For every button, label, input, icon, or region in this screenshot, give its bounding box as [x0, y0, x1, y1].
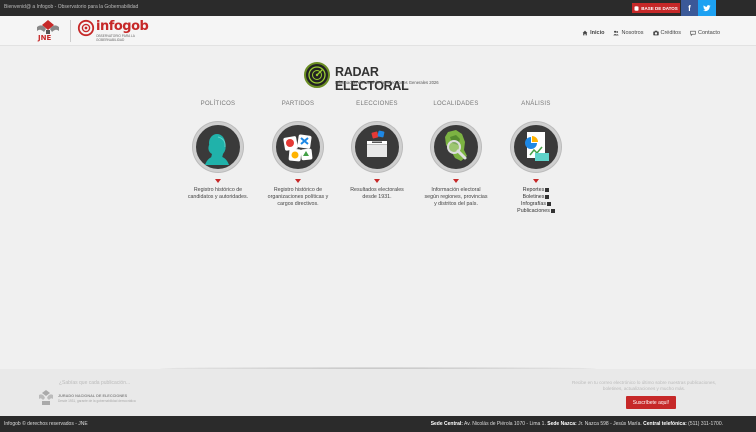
nav-item-label: Inicio — [590, 30, 605, 36]
footer-jne-tagline: Desde 1931, garante de la gobernabilidad… — [58, 399, 136, 403]
link-label: Reportes — [522, 187, 545, 193]
nav-item-inicio[interactable]: Inicio — [582, 30, 604, 36]
category-description: Registro histórico de organizaciones pol… — [267, 187, 329, 207]
link-infografias[interactable]: Infografías — [501, 201, 571, 208]
chat-icon — [690, 30, 696, 36]
twitter-button[interactable] — [698, 0, 716, 16]
link-label: Publicaciones — [517, 208, 550, 214]
external-link-icon — [545, 194, 550, 199]
category-arrow — [215, 179, 221, 183]
subscribe-button[interactable]: Suscríbete aquí! — [626, 396, 676, 409]
nav-item-contacto[interactable]: Contacto — [690, 30, 720, 36]
sede-nazca-address: Jr. Nazca 598 - Jesús María. — [578, 421, 642, 427]
main-nav: Inicio Nosotros Créditos Contacto — [582, 30, 720, 36]
nav-item-label: Créditos — [660, 30, 681, 36]
radar-subtitle: Información electoral de las Elecciones … — [335, 80, 439, 85]
category-analisis: ANÁLISIS Reportes Boletines Infografías … — [501, 101, 571, 215]
category-arrow — [453, 179, 459, 183]
bottom-bar: Infogob © derechos reservados - JNE Sede… — [0, 416, 756, 432]
central-phone: (511) 311-1700. — [688, 421, 723, 427]
facebook-button[interactable]: f — [681, 0, 698, 16]
external-link-icon — [550, 208, 555, 213]
footer-sabias-text: ¿Sabías que cada publicación... — [59, 380, 131, 386]
radar-electoral-heading: RADAR ELECTORAL Información electoral de… — [304, 62, 454, 93]
infogob-name: infogob — [96, 19, 149, 34]
radar-title: RADAR ELECTORAL — [335, 65, 409, 93]
external-link-icon — [547, 201, 552, 206]
twitter-icon — [703, 4, 711, 11]
home-icon — [582, 30, 588, 36]
site-footer: ¿Sabías que cada publicación... JURADO N… — [0, 369, 756, 416]
database-button-label: BASE DE DATOS — [641, 5, 678, 11]
database-button[interactable]: BASE DE DATOS — [632, 3, 680, 13]
category-button-analisis[interactable] — [511, 122, 561, 172]
category-arrow — [533, 179, 539, 183]
category-arrow — [374, 179, 380, 183]
link-label: Infografías — [520, 201, 547, 207]
category-label: LOCALIDADES — [433, 101, 479, 107]
nav-item-creditos[interactable]: Créditos — [652, 30, 681, 36]
jne-emblem-icon — [37, 20, 59, 34]
category-button-partidos[interactable] — [273, 122, 323, 172]
jne-emblem-icon — [39, 390, 53, 405]
welcome-text: Bienvenid@ a Infogob - Observatorio para… — [4, 4, 139, 10]
sede-central-label: Sede Central: — [430, 421, 463, 427]
database-icon — [634, 5, 639, 11]
category-label: ANÁLISIS — [521, 101, 551, 107]
category-button-elecciones[interactable] — [352, 122, 402, 172]
central-phone-label: Central telefónica: — [643, 421, 687, 427]
header-divider — [70, 20, 71, 42]
report-chart-icon — [525, 132, 549, 161]
nav-item-nosotros[interactable]: Nosotros — [613, 30, 644, 36]
ballot-box-icon — [367, 130, 387, 157]
nav-item-label: Contacto — [697, 30, 720, 36]
category-label: ELECCIONES — [356, 101, 398, 107]
category-elecciones: ELECCIONES Resultados electorales desde … — [342, 101, 412, 201]
sede-nazca-label: Sede Nazca: — [547, 421, 577, 427]
sede-central-address: Av. Nicolás de Piérola 1070 - Lima 1. — [464, 421, 546, 427]
radar-badge-icon — [304, 62, 330, 88]
category-localidades: LOCALIDADES Información electoral según … — [421, 101, 491, 208]
jne-logo-text: JNE — [38, 34, 52, 42]
category-politicos: POLÍTICOS Registro histórico de candidat… — [183, 101, 253, 201]
external-link-icon — [545, 187, 550, 192]
category-arrow — [295, 179, 301, 183]
link-boletines[interactable]: Boletines — [501, 194, 571, 201]
infogob-logo[interactable]: infogob OBSERVATORIO PARA LA GOBERNABILI… — [77, 18, 149, 44]
address-text: Sede Central: Av. Nicolás de Piérola 107… — [431, 421, 723, 427]
person-silhouette-icon — [205, 134, 229, 165]
nav-item-label: Nosotros — [621, 30, 644, 36]
category-description: Información electoral según regiones, pr… — [424, 187, 488, 207]
users-icon — [613, 30, 620, 36]
facebook-icon: f — [688, 3, 691, 13]
category-button-politicos[interactable] — [193, 122, 243, 172]
link-publicaciones[interactable]: Publicaciones — [501, 208, 571, 215]
category-button-localidades[interactable] — [431, 122, 481, 172]
top-bar: Bienvenid@ a Infogob - Observatorio para… — [0, 0, 756, 16]
footer-jne-name: JURADO NACIONAL DE ELECCIONES — [58, 394, 128, 398]
camera-icon — [652, 30, 659, 36]
category-description: Resultados electorales desde 1931. — [350, 187, 404, 200]
analisis-links: Reportes Boletines Infografías Publicaci… — [501, 187, 571, 215]
category-label: POLÍTICOS — [200, 101, 236, 107]
infogob-tagline: OBSERVATORIO PARA LA GOBERNABILIDAD — [96, 34, 135, 42]
site-header: JNE infogob OBSERVATORIO PARA LA GOBERNA… — [0, 16, 756, 46]
infogob-emblem-icon — [77, 19, 95, 37]
category-partidos: PARTIDOS Registro histórico de organizac… — [263, 101, 333, 208]
link-label: Boletines — [522, 194, 545, 200]
copyright-text: Infogob © derechos reservados - JNE — [4, 421, 88, 427]
peru-map-icon — [445, 130, 467, 161]
link-reportes[interactable]: Reportes — [501, 187, 571, 194]
jne-logo[interactable]: JNE — [34, 19, 62, 45]
newsletter-text: Recibe en tu correo electrónico lo últim… — [572, 380, 717, 391]
category-description: Registro histórico de candidatos y autor… — [187, 187, 249, 200]
party-logos-icon — [283, 134, 313, 162]
category-label: PARTIDOS — [281, 101, 315, 107]
